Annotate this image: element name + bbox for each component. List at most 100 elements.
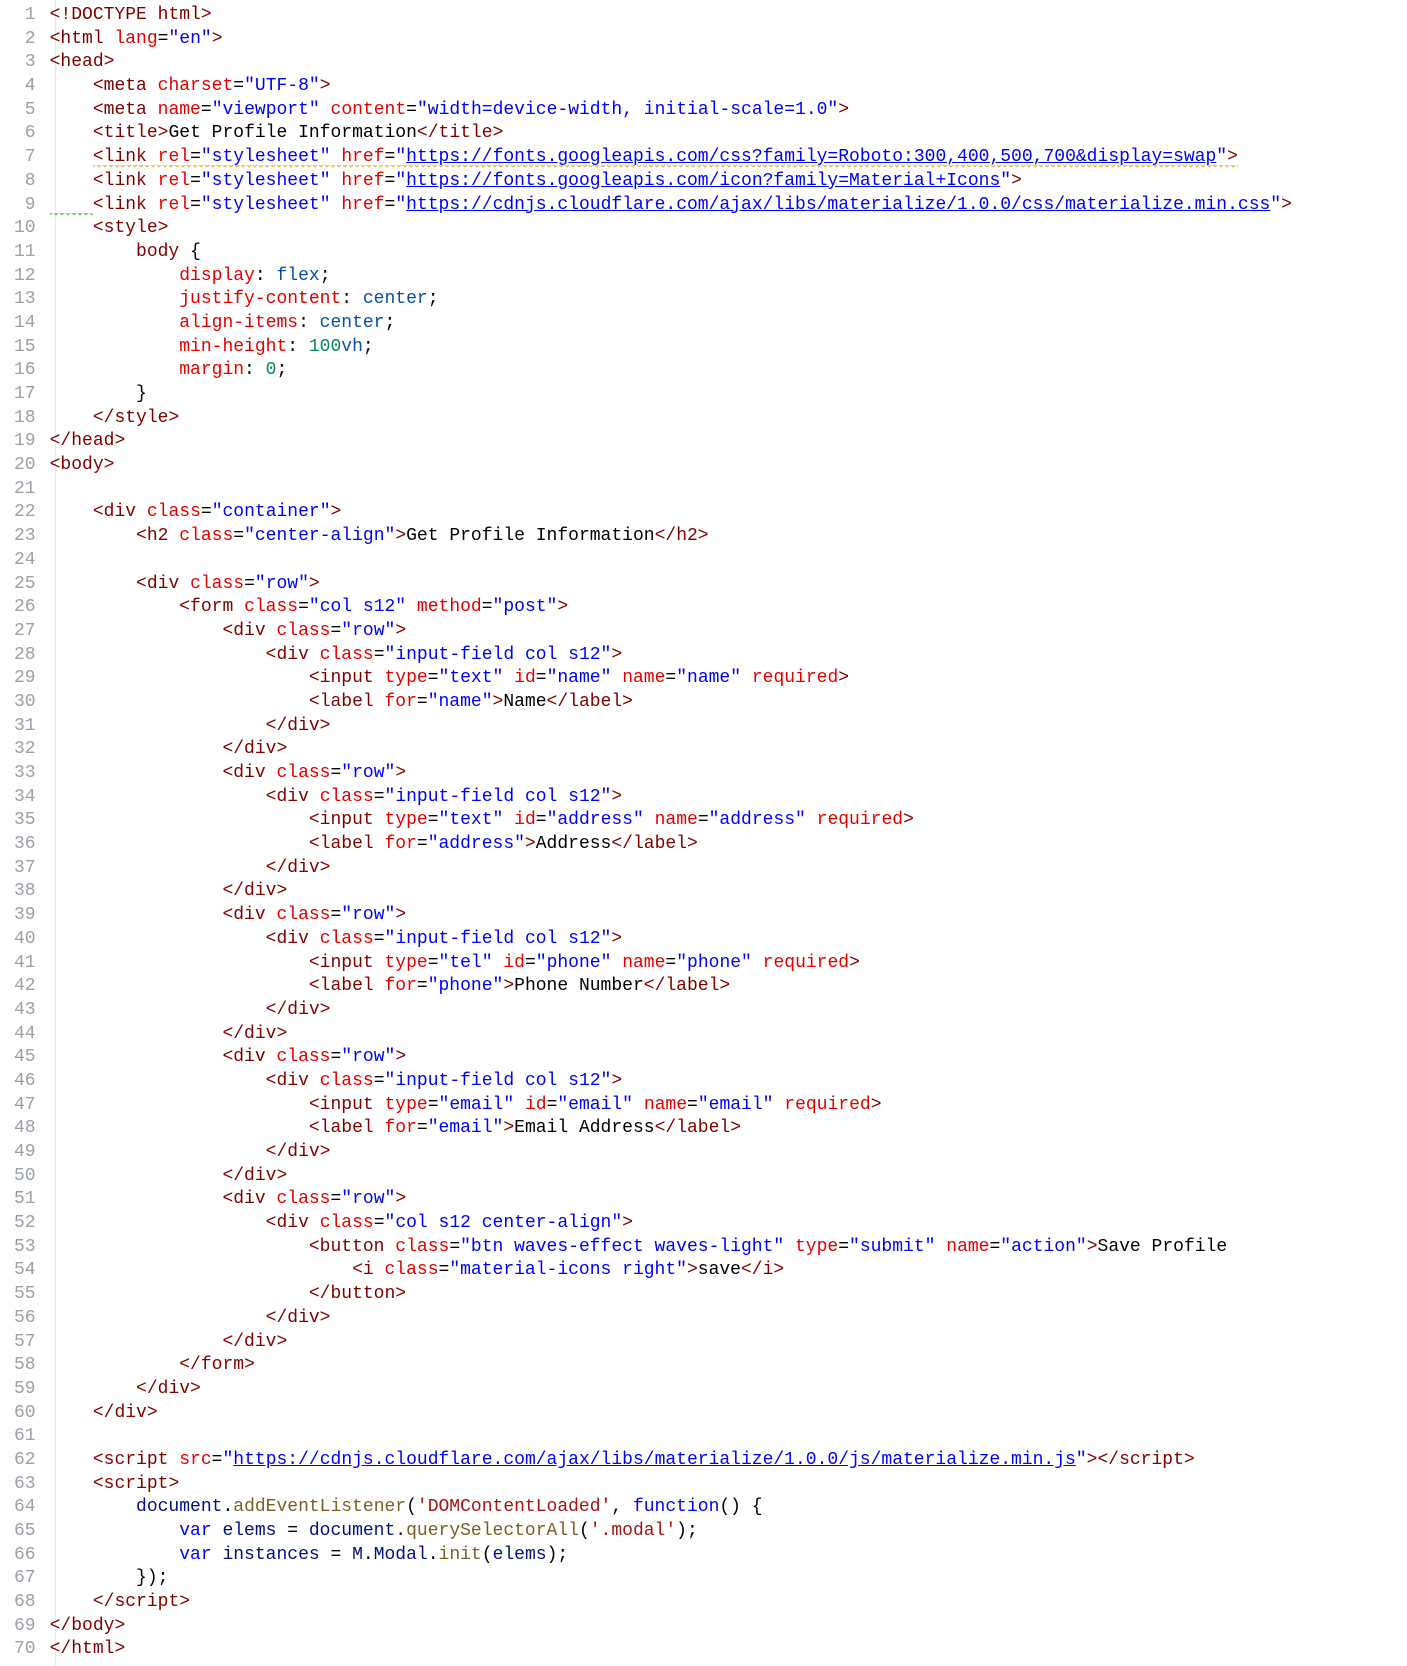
code-line[interactable]: <div class="input-field col s12"> xyxy=(50,786,1407,810)
line-number: 49 xyxy=(14,1141,36,1165)
code-line[interactable]: </div> xyxy=(50,738,1407,762)
code-line[interactable] xyxy=(50,1425,1407,1449)
code-line[interactable]: <div class="row"> xyxy=(50,620,1407,644)
code-line[interactable]: </script> xyxy=(50,1591,1407,1615)
code-line[interactable]: <script src="https://cdnjs.cloudflare.co… xyxy=(50,1449,1407,1473)
code-line[interactable]: <meta name="viewport" content="width=dev… xyxy=(50,99,1407,123)
code-area[interactable]: <!DOCTYPE html> <html lang="en"> <head> … xyxy=(50,0,1407,1666)
code-line[interactable]: <div class="col s12 center-align"> xyxy=(50,1212,1407,1236)
line-number: 24 xyxy=(14,549,36,573)
code-line[interactable]: <input type="text" id="address" name="ad… xyxy=(50,809,1407,833)
line-number: 60 xyxy=(14,1402,36,1426)
line-number: 5 xyxy=(14,99,36,123)
code-line[interactable]: <div class="row"> xyxy=(50,1046,1407,1070)
code-line[interactable] xyxy=(50,478,1407,502)
code-line[interactable]: </style> xyxy=(50,407,1407,431)
code-line[interactable]: }); xyxy=(50,1567,1407,1591)
line-number: 39 xyxy=(14,904,36,928)
code-line[interactable]: <input type="email" id="email" name="ema… xyxy=(50,1094,1407,1118)
code-line[interactable]: align-items: center; xyxy=(50,312,1407,336)
code-line[interactable]: </div> xyxy=(50,857,1407,881)
line-number: 66 xyxy=(14,1544,36,1568)
code-line[interactable]: <body> xyxy=(50,454,1407,478)
line-number: 21 xyxy=(14,478,36,502)
code-line[interactable]: var elems = document.querySelectorAll('.… xyxy=(50,1520,1407,1544)
code-line[interactable]: <label for="email">Email Address</label> xyxy=(50,1117,1407,1141)
code-line[interactable]: <link rel="stylesheet" href="https://cdn… xyxy=(50,194,1407,218)
code-line[interactable]: <label for="address">Address</label> xyxy=(50,833,1407,857)
line-number: 13 xyxy=(14,288,36,312)
code-line[interactable]: <input type="tel" id="phone" name="phone… xyxy=(50,952,1407,976)
line-number: 23 xyxy=(14,525,36,549)
code-line[interactable]: <html lang="en"> xyxy=(50,28,1407,52)
code-line[interactable]: <div class="input-field col s12"> xyxy=(50,928,1407,952)
line-number: 3 xyxy=(14,51,36,75)
code-line[interactable]: <div class="container"> xyxy=(50,501,1407,525)
code-line[interactable]: min-height: 100vh; xyxy=(50,336,1407,360)
code-line[interactable]: </form> xyxy=(50,1354,1407,1378)
line-number: 36 xyxy=(14,833,36,857)
code-line[interactable]: <label for="phone">Phone Number</label> xyxy=(50,975,1407,999)
code-line[interactable]: </div> xyxy=(50,1378,1407,1402)
code-line[interactable]: <i class="material-icons right">save</i> xyxy=(50,1259,1407,1283)
line-number: 30 xyxy=(14,691,36,715)
code-line[interactable]: <link rel="stylesheet" href="https://fon… xyxy=(50,146,1407,170)
code-line[interactable]: document.addEventListener('DOMContentLoa… xyxy=(50,1496,1407,1520)
code-line[interactable]: <script> xyxy=(50,1473,1407,1497)
line-number: 27 xyxy=(14,620,36,644)
code-line[interactable]: <div class="row"> xyxy=(50,762,1407,786)
code-line[interactable]: display: flex; xyxy=(50,265,1407,289)
line-number: 15 xyxy=(14,336,36,360)
code-line[interactable]: <title>Get Profile Information</title> xyxy=(50,122,1407,146)
line-number: 1 xyxy=(14,4,36,28)
code-line[interactable]: </div> xyxy=(50,999,1407,1023)
code-line[interactable]: <meta charset="UTF-8"> xyxy=(50,75,1407,99)
code-line[interactable]: var instances = M.Modal.init(elems); xyxy=(50,1544,1407,1568)
line-number: 65 xyxy=(14,1520,36,1544)
code-line[interactable]: justify-content: center; xyxy=(50,288,1407,312)
code-line[interactable]: <label for="name">Name</label> xyxy=(50,691,1407,715)
code-line[interactable]: <style> xyxy=(50,217,1407,241)
code-line[interactable]: </div> xyxy=(50,1023,1407,1047)
code-line[interactable]: <div class="input-field col s12"> xyxy=(50,1070,1407,1094)
code-line[interactable]: </div> xyxy=(50,1165,1407,1189)
code-line[interactable]: <div class="row"> xyxy=(50,573,1407,597)
line-number: 4 xyxy=(14,75,36,99)
code-line[interactable]: <h2 class="center-align">Get Profile Inf… xyxy=(50,525,1407,549)
line-number: 56 xyxy=(14,1307,36,1331)
code-line[interactable]: <div class="row"> xyxy=(50,904,1407,928)
line-number: 58 xyxy=(14,1354,36,1378)
line-number: 46 xyxy=(14,1070,36,1094)
line-number: 41 xyxy=(14,952,36,976)
code-line[interactable]: </div> xyxy=(50,880,1407,904)
code-line[interactable]: } xyxy=(50,383,1407,407)
code-line[interactable]: margin: 0; xyxy=(50,359,1407,383)
code-line[interactable]: </div> xyxy=(50,1307,1407,1331)
code-line[interactable]: <button class="btn waves-effect waves-li… xyxy=(50,1236,1407,1260)
code-line[interactable]: </div> xyxy=(50,1331,1407,1355)
line-number: 25 xyxy=(14,573,36,597)
code-line[interactable]: </body> xyxy=(50,1615,1407,1639)
code-line[interactable]: <div class="input-field col s12"> xyxy=(50,644,1407,668)
line-number: 29 xyxy=(14,667,36,691)
line-number: 34 xyxy=(14,786,36,810)
code-line[interactable]: body { xyxy=(50,241,1407,265)
code-line[interactable]: </html> xyxy=(50,1638,1407,1662)
code-line[interactable]: </button> xyxy=(50,1283,1407,1307)
code-line[interactable]: <div class="row"> xyxy=(50,1188,1407,1212)
code-line[interactable] xyxy=(50,549,1407,573)
code-line[interactable]: </div> xyxy=(50,715,1407,739)
code-line[interactable]: </head> xyxy=(50,430,1407,454)
code-editor[interactable]: 1234567891011121314151617181920212223242… xyxy=(0,0,1407,1666)
code-line[interactable]: <!DOCTYPE html> xyxy=(50,4,1407,28)
code-line[interactable]: <link rel="stylesheet" href="https://fon… xyxy=(50,170,1407,194)
code-line[interactable]: </div> xyxy=(50,1402,1407,1426)
line-number: 11 xyxy=(14,241,36,265)
code-line[interactable]: <head> xyxy=(50,51,1407,75)
line-number: 22 xyxy=(14,501,36,525)
line-number: 10 xyxy=(14,217,36,241)
code-line[interactable]: <input type="text" id="name" name="name"… xyxy=(50,667,1407,691)
line-number: 44 xyxy=(14,1023,36,1047)
code-line[interactable]: </div> xyxy=(50,1141,1407,1165)
code-line[interactable]: <form class="col s12" method="post"> xyxy=(50,596,1407,620)
